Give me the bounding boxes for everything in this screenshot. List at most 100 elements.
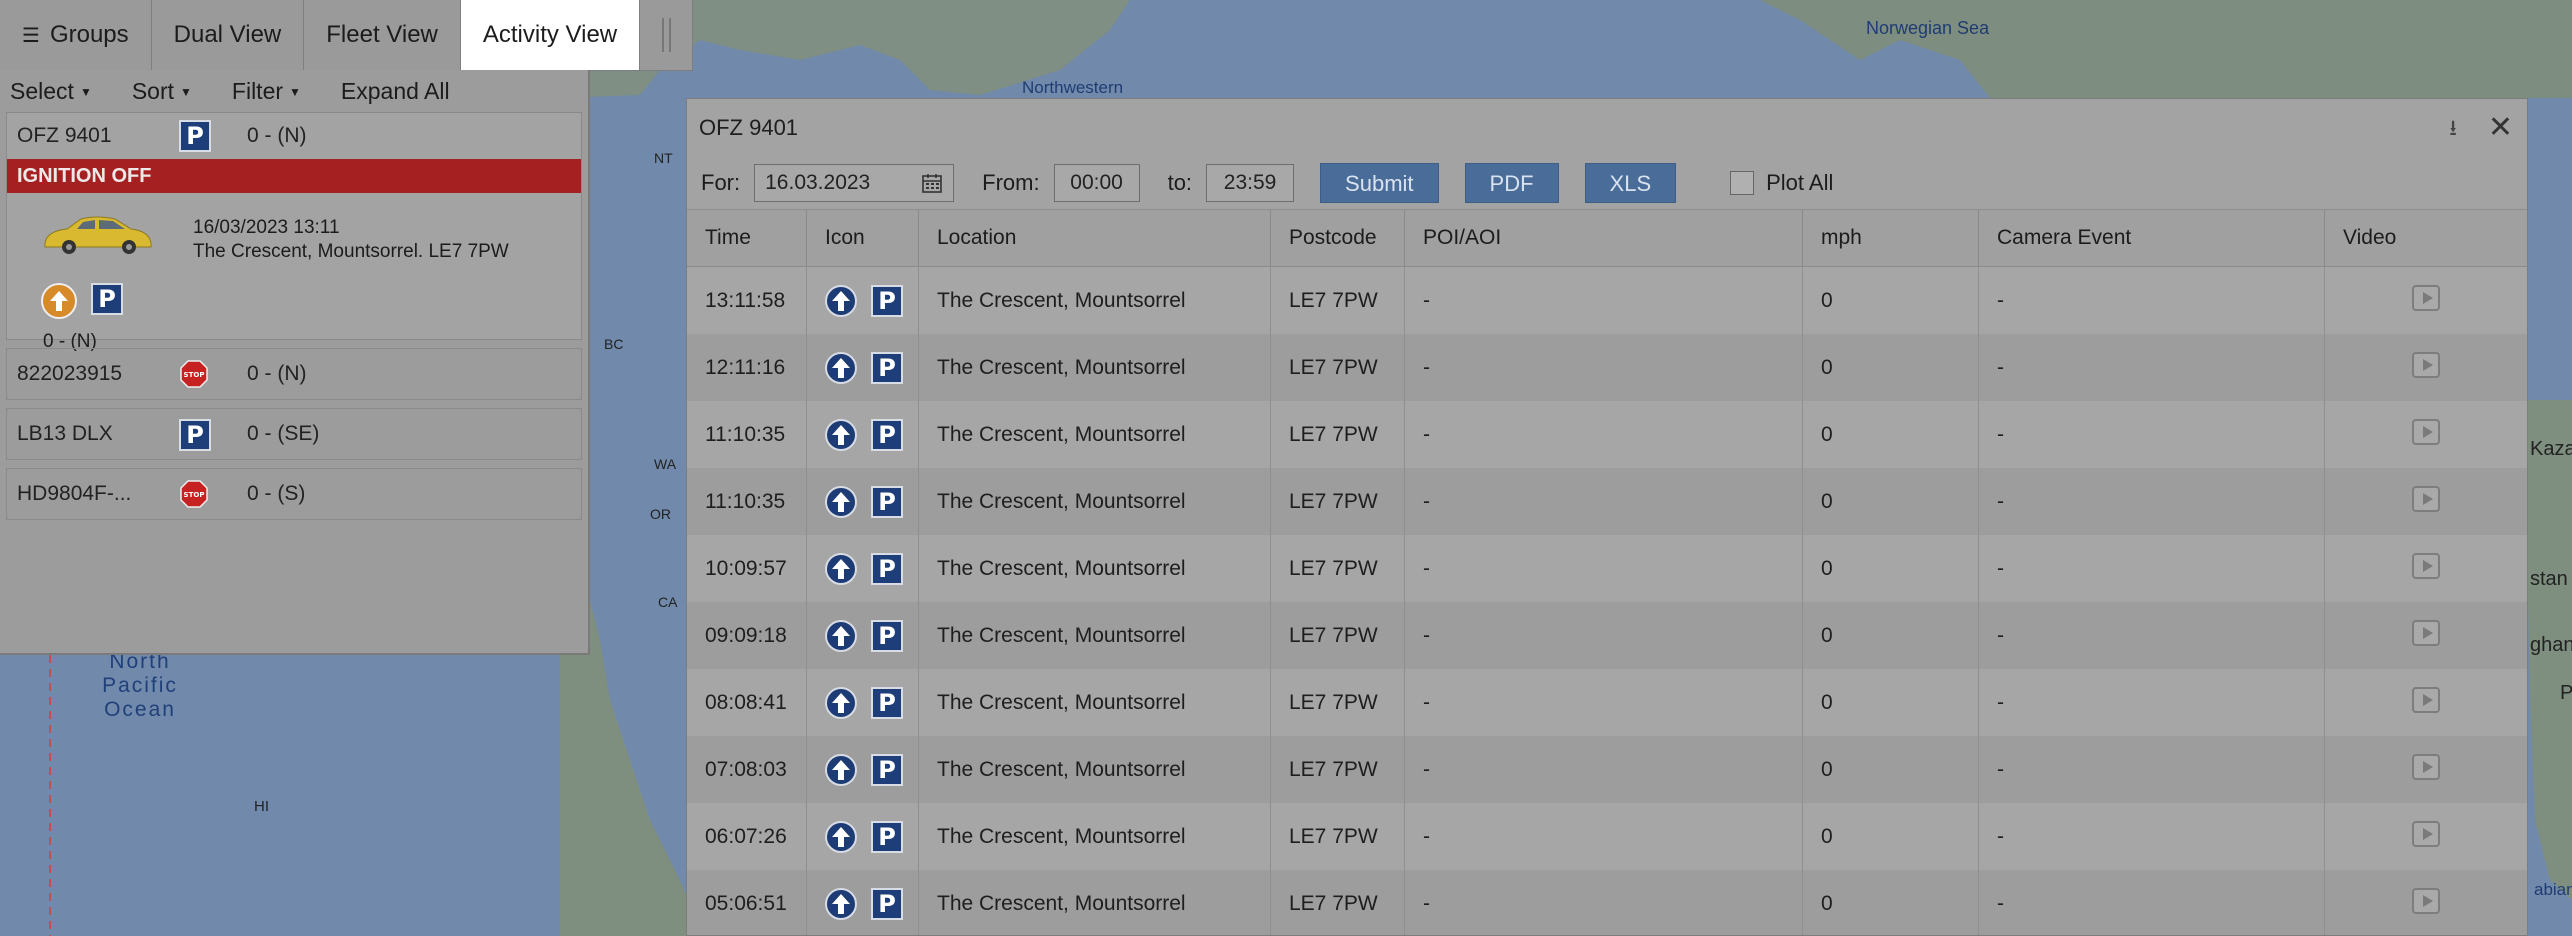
xls-button[interactable]: XLS	[1584, 163, 1677, 203]
table-row[interactable]: 11:10:35 P The Crescent, Mountsorrel LE7 7P…	[687, 401, 2527, 468]
cell-icons: P	[806, 803, 919, 870]
expand-all-button[interactable]: Expand All	[341, 78, 450, 105]
close-icon[interactable]: ✕	[2488, 99, 2513, 157]
cell-icons: P	[806, 334, 919, 401]
map-label-hi: HI	[254, 798, 269, 815]
vehicle-row[interactable]: 822023915 STOP 0 - (N)	[6, 348, 582, 400]
cell-poi: -	[1404, 736, 1803, 803]
select-label: Select	[10, 77, 74, 104]
filter-dropdown[interactable]: Filter ▼	[232, 78, 301, 105]
vehicle-name: HD9804F-...	[17, 482, 132, 505]
column-header-video[interactable]: Video	[2324, 210, 2527, 267]
cell-camera-event: -	[1978, 401, 2325, 468]
cell-time: 07:08:03	[687, 736, 807, 803]
table-row[interactable]: 13:11:58 P The Crescent, Mountsorrel LE7 7P…	[687, 266, 2527, 334]
cell-location: The Crescent, Mountsorrel	[918, 535, 1271, 602]
tab-label: Activity View	[482, 21, 618, 48]
vehicle-row[interactable]: LB13 DLX P 0 - (SE)	[6, 408, 582, 460]
stop-icon: STOP	[180, 360, 208, 388]
cell-video	[2324, 803, 2527, 870]
cell-time: 11:10:35	[687, 468, 807, 535]
heading-up-icon	[825, 284, 857, 317]
table-row[interactable]: 10:09:57 P The Crescent, Mountsorrel LE7 7P…	[687, 535, 2527, 602]
column-header-postcode[interactable]: Postcode	[1270, 210, 1405, 267]
download-icon[interactable]: ⭳	[2449, 99, 2457, 157]
cell-camera-event: -	[1978, 736, 2325, 803]
sort-dropdown[interactable]: Sort ▼	[132, 78, 192, 105]
cell-time: 05:06:51	[687, 870, 807, 935]
cell-icons: P	[806, 535, 919, 602]
play-video-icon[interactable]	[2411, 753, 2440, 780]
column-header-poi[interactable]: POI/AOI	[1404, 210, 1803, 267]
parking-icon: P	[871, 284, 903, 317]
table-row[interactable]: 08:08:41 P The Crescent, Mountsorrel LE7 7P…	[687, 669, 2527, 736]
play-video-icon[interactable]	[2411, 351, 2440, 378]
cell-location: The Crescent, Mountsorrel	[918, 803, 1271, 870]
table-row[interactable]: 12:11:16 P The Crescent, Mountsorrel LE7 7P…	[687, 334, 2527, 401]
vehicle-direction: 0 - (S)	[247, 482, 306, 505]
column-header-location[interactable]: Location	[918, 210, 1271, 267]
play-video-icon[interactable]	[2411, 820, 2440, 847]
heading-up-icon	[825, 753, 857, 786]
vehicle-row[interactable]: OFZ 9401 P 0 - (N)	[7, 113, 581, 159]
stop-icon: STOP	[180, 480, 208, 508]
from-time-field[interactable]: 00:00	[1053, 164, 1140, 202]
cell-video	[2324, 669, 2527, 736]
cell-camera-event: -	[1978, 870, 2325, 935]
play-video-icon[interactable]	[2411, 887, 2440, 914]
play-video-icon[interactable]	[2411, 552, 2440, 579]
cell-time: 13:11:58	[687, 266, 807, 334]
parking-icon: P	[871, 552, 903, 585]
play-video-icon[interactable]	[2411, 418, 2440, 445]
vehicle-name: LB13 DLX	[17, 422, 113, 445]
cell-camera-event: -	[1978, 334, 2325, 401]
column-header-camera-event[interactable]: Camera Event	[1978, 210, 2325, 267]
column-header-time[interactable]: Time	[687, 210, 807, 267]
cell-poi: -	[1404, 602, 1803, 669]
date-field[interactable]: 16.03.2023	[754, 164, 955, 202]
heading-up-icon	[825, 418, 857, 451]
selected-vehicle-card[interactable]: OFZ 9401 P 0 - (N) IGNITION OFF 16/03/20…	[6, 112, 582, 352]
cell-location: The Crescent, Mountsorrel	[918, 736, 1271, 803]
table-row[interactable]: 11:10:35 P The Crescent, Mountsorrel LE7 7P…	[687, 468, 2527, 535]
select-dropdown[interactable]: Select ▼	[10, 78, 92, 105]
vehicle-list-panel: Select ▼ Sort ▼ Filter ▼ Expand All OFZ 940…	[0, 70, 590, 655]
cell-camera-event: -	[1978, 803, 2325, 870]
cell-mph: 0	[1802, 870, 1979, 935]
tab-dual-view[interactable]: Dual View	[152, 0, 305, 70]
cell-icons: P	[806, 468, 919, 535]
column-header-icon[interactable]: Icon	[806, 210, 919, 267]
to-time-field[interactable]: 23:59	[1206, 164, 1295, 202]
cell-video	[2324, 334, 2527, 401]
play-video-icon[interactable]	[2411, 686, 2440, 713]
play-video-icon[interactable]	[2411, 284, 2440, 311]
sort-label: Sort	[131, 77, 175, 104]
cell-video	[2324, 602, 2527, 669]
table-row[interactable]: 07:08:03 P The Crescent, Mountsorrel LE7 7P…	[687, 736, 2527, 803]
parking-icon: P	[871, 753, 903, 786]
table-row[interactable]: 05:06:51 P The Crescent, Mountsorrel LE7 7P…	[687, 870, 2527, 935]
vehicle-row[interactable]: HD9804F-... STOP 0 - (S)	[6, 468, 582, 520]
tab-activity-view[interactable]: Activity View	[460, 0, 641, 70]
play-video-icon[interactable]	[2411, 619, 2440, 646]
heading-up-icon	[825, 619, 857, 652]
cell-video	[2324, 266, 2527, 334]
drag-handle[interactable]	[640, 0, 694, 70]
submit-button[interactable]: Submit	[1320, 163, 1439, 203]
column-header-mph[interactable]: mph	[1802, 210, 1979, 267]
tab-fleet-view[interactable]: Fleet View	[304, 0, 461, 70]
plot-all-checkbox[interactable]	[1730, 171, 1755, 195]
cell-mph: 0	[1802, 468, 1979, 535]
parking-icon: P	[91, 283, 123, 315]
table-row[interactable]: 09:09:18 P The Crescent, Mountsorrel LE7 7P…	[687, 602, 2527, 669]
map-label-wa: WA	[654, 456, 677, 472]
cell-postcode: LE7 7PW	[1270, 334, 1405, 401]
map-label-or: OR	[650, 506, 671, 522]
play-video-icon[interactable]	[2411, 485, 2440, 512]
pdf-button[interactable]: PDF	[1464, 163, 1559, 203]
calendar-icon[interactable]	[921, 172, 943, 194]
vehicle-list-toolbar: Select ▼ Sort ▼ Filter ▼ Expand All	[0, 70, 588, 112]
tab-groups[interactable]: ☰ Groups	[0, 0, 152, 70]
parking-icon: P	[871, 418, 903, 451]
table-row[interactable]: 06:07:26 P The Crescent, Mountsorrel LE7 7P…	[687, 803, 2527, 870]
